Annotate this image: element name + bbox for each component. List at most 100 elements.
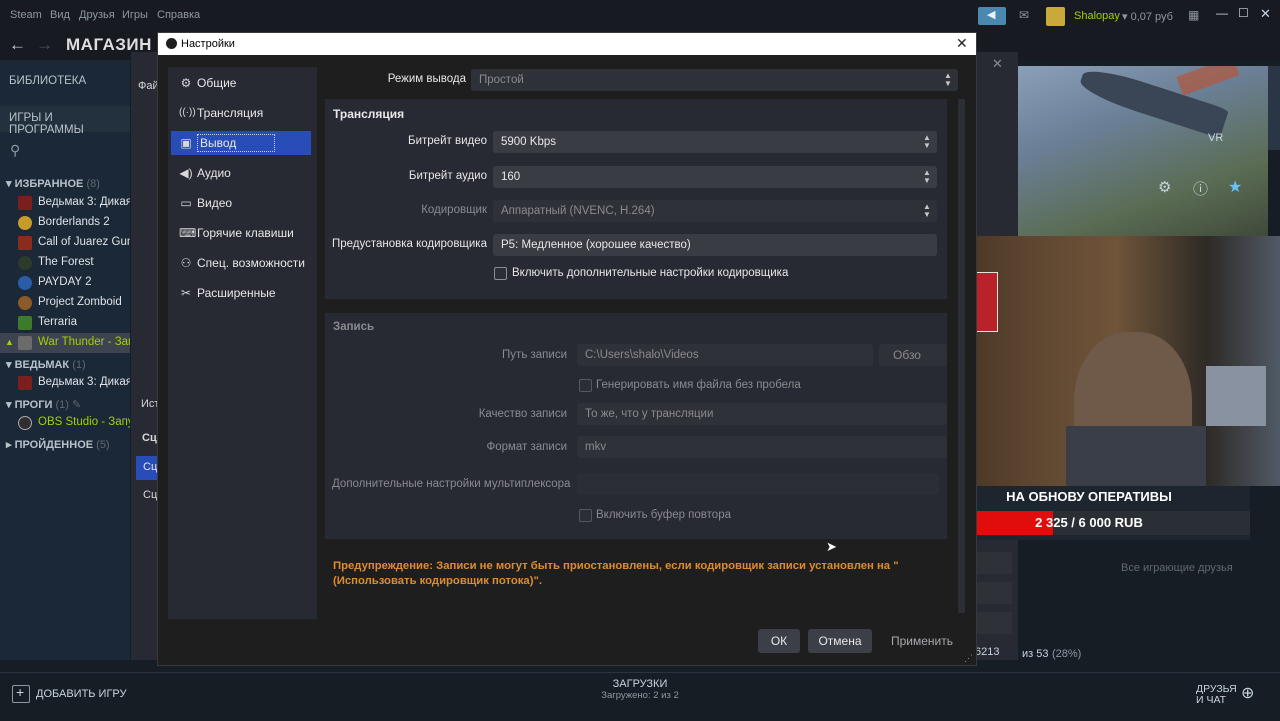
obs-close-icon[interactable]: ✕	[992, 56, 1003, 72]
tab-output[interactable]: ▣ Вывод	[171, 131, 311, 155]
broadcast-button[interactable]: ◀	[978, 7, 1006, 25]
wallet-balance: ▾ 0,07 руб	[1122, 11, 1173, 23]
expand-icon: ▾	[6, 178, 15, 190]
gear-icon[interactable]: ⚙	[1158, 178, 1171, 196]
category-name: ВЕДЬМАК	[14, 359, 70, 371]
spinner-icon[interactable]: ▲ ▼	[923, 134, 931, 150]
chevron-updown-icon: ▲ ▼	[923, 202, 931, 219]
add-friend-icon[interactable]: ⊕	[1241, 683, 1254, 703]
category-completed[interactable]: ▸ ПРОЙДЕННОЕ (5)	[6, 438, 110, 451]
expand-icon: ▾	[6, 399, 15, 411]
streaming-section: Трансляция Битрейт видео 5900 Kbps ▲ ▼ Би…	[325, 99, 947, 299]
resize-grip-icon[interactable]: ⋰	[964, 653, 973, 664]
list-item-selected[interactable]: War Thunder - Запу ▲	[0, 333, 130, 353]
list-item[interactable]: The Forest	[0, 253, 130, 273]
monitor-icon: ▭	[180, 196, 192, 210]
menu-view[interactable]: Вид	[50, 9, 70, 21]
muxer-settings-input[interactable]	[577, 473, 939, 495]
cancel-button[interactable]: Отмена	[808, 629, 872, 653]
close-icon[interactable]: ✕	[1260, 6, 1271, 22]
settings-scrollbar[interactable]	[958, 99, 965, 613]
tab-accessibility[interactable]: ⚇ Спец. возможности	[171, 251, 311, 275]
add-game-label[interactable]: ДОБАВИТЬ ИГРУ	[36, 688, 127, 700]
warning-text: Предупреждение: Записи не могут быть при…	[333, 560, 899, 587]
list-item[interactable]: Ведьмак 3: Дикая	[0, 373, 130, 393]
minimize-icon[interactable]: —	[1216, 6, 1228, 20]
dialog-close-icon[interactable]: ✕	[956, 35, 968, 52]
back-arrow-icon[interactable]: ←	[9, 35, 26, 55]
category-witcher[interactable]: ▾ ВЕДЬМАК (1)	[6, 358, 86, 371]
tab-general[interactable]: ⚙ Общие	[171, 71, 311, 95]
tab-audio[interactable]: ◀) Аудио	[171, 161, 311, 185]
category-programs[interactable]: ▾ ПРОГИ (1) ✎	[6, 398, 81, 411]
menu-friends[interactable]: Друзья	[79, 9, 115, 21]
game-icon	[18, 376, 32, 390]
encoder-select[interactable]: Аппаратный (NVENC, H.264) ▲ ▼	[493, 200, 937, 222]
info-icon[interactable]: ⓘ	[1193, 178, 1208, 199]
list-item[interactable]: Terraria	[0, 313, 130, 333]
add-game-plus-icon[interactable]: +	[12, 684, 30, 703]
jet-exhaust-image	[1176, 66, 1240, 96]
downloads-title[interactable]: ЗАГРУЗКИ	[590, 678, 690, 690]
scrollbar[interactable]	[1268, 66, 1280, 150]
replay-buffer-label[interactable]: Включить буфер повтора	[596, 509, 731, 521]
obs-scene-item-active[interactable]: Сц	[136, 456, 158, 480]
recording-format-select[interactable]: mkv	[577, 436, 947, 458]
game-icon	[18, 196, 32, 210]
preset-select[interactable]: P5: Медленное (хорошее качество)	[493, 234, 937, 256]
tab-video[interactable]: ▭ Видео	[171, 191, 311, 215]
game-name: OBS Studio - Запу	[38, 416, 130, 428]
recording-quality-select[interactable]: То же, что у трансляции	[577, 403, 947, 425]
favorite-star-icon[interactable]: ★	[1228, 177, 1242, 197]
output-mode-value: Простой	[479, 74, 524, 86]
screenshot-icon[interactable]: ▦	[1188, 8, 1199, 22]
advanced-encoder-checkbox[interactable]	[494, 267, 507, 280]
menu-help[interactable]: Справка	[157, 9, 200, 21]
list-item[interactable]: Call of Juarez Guns	[0, 233, 130, 253]
no-space-label[interactable]: Генерировать имя файла без пробела	[596, 379, 801, 391]
tab-label: Видео	[197, 196, 233, 210]
recording-path-input[interactable]: C:\Users\shalo\Videos	[577, 344, 873, 366]
program-status-icon: ✎	[71, 399, 82, 411]
category-favorites[interactable]: ▾ ИЗБРАННОЕ (8)	[6, 177, 100, 190]
audio-bitrate-select[interactable]: 160 ▲ ▼	[493, 166, 937, 188]
output-mode-select[interactable]: Простой ▲ ▼	[471, 69, 958, 91]
tab-stream[interactable]: ((·)) Трансляция	[171, 101, 311, 125]
menu-games[interactable]: Игры	[122, 9, 148, 21]
friends-chat-label-2[interactable]: И ЧАТ	[1196, 694, 1226, 706]
games-programs-filter[interactable]: ИГРЫ И ПРОГРАММЫ	[0, 106, 130, 136]
replay-buffer-checkbox[interactable]	[579, 509, 592, 522]
browse-button[interactable]: Обзо	[879, 344, 947, 366]
maximize-icon[interactable]: ☐	[1238, 6, 1249, 20]
notifications-icon[interactable]: ✉	[1019, 8, 1029, 22]
stats-left: 6213	[975, 646, 1000, 658]
forward-arrow-icon[interactable]: →	[36, 35, 53, 55]
tab-advanced[interactable]: ✂ Расширенные	[171, 281, 311, 305]
list-item[interactable]: Borderlands 2	[0, 213, 130, 233]
tab-hotkeys[interactable]: ⌨ Горячие клавиши	[171, 221, 311, 245]
apply-button[interactable]: Применить	[880, 629, 964, 653]
recording-path-label: Путь записи	[502, 349, 567, 361]
obs-menu-file[interactable]: Фай	[138, 80, 159, 92]
playing-friends-link[interactable]: Все играющие друзья	[1121, 562, 1233, 574]
list-item[interactable]: Project Zomboid	[0, 293, 130, 313]
avatar[interactable]	[1046, 7, 1065, 26]
gear-icon: ⚙	[180, 76, 192, 90]
no-space-checkbox[interactable]	[579, 379, 592, 392]
recording-path-value: C:\Users\shalo\Videos	[585, 349, 699, 361]
library-label[interactable]: БИБЛИОТЕКА	[9, 75, 86, 87]
user-name[interactable]: Shalopay	[1074, 10, 1120, 22]
menu-steam[interactable]: Steam	[10, 9, 42, 21]
ok-button[interactable]: ОК	[758, 629, 800, 653]
search-icon[interactable]: ⚲	[10, 142, 20, 159]
video-bitrate-input[interactable]: 5900 Kbps ▲ ▼	[493, 131, 937, 153]
tab-label: Горячие клавиши	[197, 226, 294, 240]
list-item[interactable]: Ведьмак 3: Дикая	[0, 193, 130, 213]
tab-label: Спец. возможности	[197, 256, 305, 270]
advanced-encoder-label[interactable]: Включить дополнительные настройки кодиро…	[512, 267, 788, 279]
obs-scene-item[interactable]: Сц	[143, 489, 157, 501]
list-item[interactable]: PAYDAY 2	[0, 273, 130, 293]
list-item[interactable]: OBS Studio - Запу	[0, 413, 130, 433]
game-name: Call of Juarez Guns	[38, 236, 130, 248]
settings-dialog: Настройки ✕ ⚙ Общие ((·)) Трансляция ▣ Выво…	[157, 32, 977, 666]
